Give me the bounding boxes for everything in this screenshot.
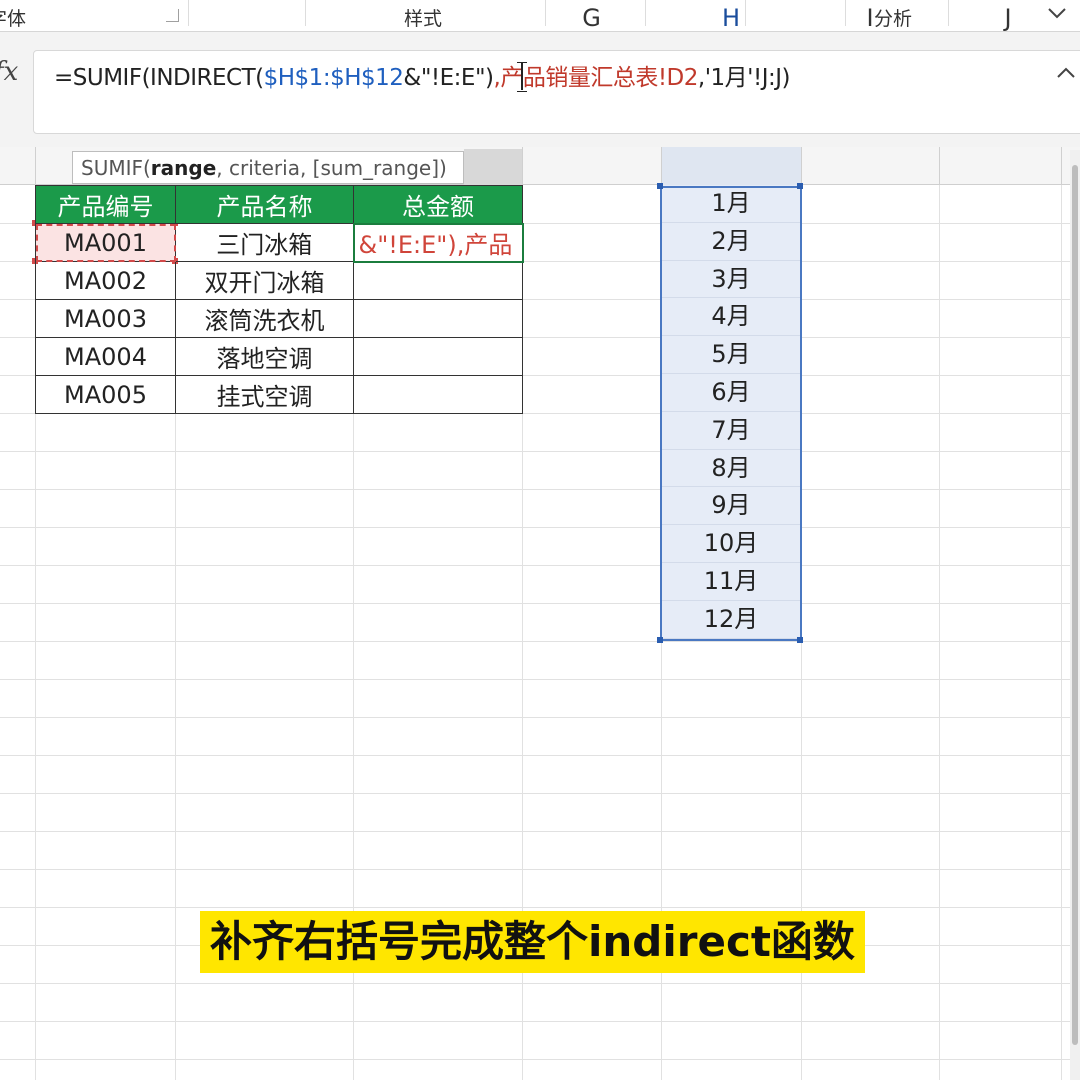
column-header-separator bbox=[939, 147, 940, 185]
cell-a2-referenced[interactable]: MA001 bbox=[35, 223, 176, 262]
gridline bbox=[0, 1059, 1070, 1060]
tooltip-shadow bbox=[464, 149, 522, 185]
formula-part: =SUMIF(INDIRECT( bbox=[54, 65, 264, 91]
fx-icon[interactable]: fx bbox=[0, 57, 18, 87]
table-row: MA005 挂式空调 bbox=[35, 375, 523, 414]
column-header-separator bbox=[522, 147, 523, 185]
gridline bbox=[0, 603, 1070, 604]
gridline bbox=[0, 907, 1070, 908]
table-cell[interactable]: MA003 bbox=[35, 299, 176, 338]
gridline bbox=[0, 869, 1070, 870]
month-cell[interactable]: 1月 bbox=[661, 185, 801, 223]
selection-handle[interactable] bbox=[797, 183, 803, 189]
ribbon-separator bbox=[305, 0, 306, 26]
selection-handle[interactable] bbox=[657, 637, 663, 643]
formula-part: &"!E:E") bbox=[403, 65, 494, 91]
column-header-h[interactable]: H bbox=[661, 4, 801, 32]
table-header-row: 产品编号 产品名称 总金额 bbox=[35, 185, 523, 224]
month-cell[interactable]: 2月 bbox=[661, 222, 801, 261]
gridline bbox=[0, 565, 1070, 566]
gridline bbox=[0, 831, 1070, 832]
month-cell[interactable]: 6月 bbox=[661, 373, 801, 412]
column-header-separator bbox=[35, 147, 36, 185]
dialog-launcher-icon[interactable] bbox=[166, 9, 179, 22]
chevron-up-icon[interactable] bbox=[1055, 62, 1077, 90]
month-cell[interactable]: 12月 bbox=[661, 600, 801, 639]
function-tooltip[interactable]: SUMIF(range, criteria, [sum_range]) bbox=[72, 151, 464, 184]
table-cell[interactable]: 落地空调 bbox=[175, 337, 354, 376]
column-header-separator bbox=[1061, 147, 1062, 185]
column-header-j[interactable]: J bbox=[939, 4, 1077, 32]
text-cursor-icon bbox=[517, 62, 527, 92]
table-cell[interactable]: MA002 bbox=[35, 261, 176, 300]
table-cell[interactable] bbox=[353, 261, 523, 300]
formula-part-range-ref: $H$1:$H$12 bbox=[263, 65, 404, 91]
ribbon-group-font-label: 字体 bbox=[0, 8, 27, 30]
gridline bbox=[0, 755, 1070, 756]
table-cell[interactable] bbox=[353, 337, 523, 376]
month-cell[interactable]: 4月 bbox=[661, 298, 801, 337]
tooltip-suffix: , criteria, [sum_range]) bbox=[216, 156, 447, 180]
gridline bbox=[0, 1021, 1070, 1022]
table-cell[interactable]: 挂式空调 bbox=[175, 375, 354, 414]
month-cell[interactable]: 9月 bbox=[661, 487, 801, 526]
gridline bbox=[0, 489, 1070, 490]
formula-text[interactable]: =SUMIF(INDIRECT($H$1:$H$12&"!E:E"),产品销量汇… bbox=[54, 58, 791, 92]
table-row: MA001 三门冰箱 &"!E:E"),产品 bbox=[35, 222, 524, 263]
gridline bbox=[0, 679, 1070, 680]
column-header-h-highlight bbox=[661, 147, 801, 185]
month-cell[interactable]: 5月 bbox=[661, 336, 801, 374]
month-range-h1-h12: 1月 2月 3月 4月 5月 6月 7月 8月 9月 10月 11月 12月 bbox=[661, 185, 801, 639]
month-cell[interactable]: 7月 bbox=[661, 411, 801, 450]
column-header-i[interactable]: I bbox=[801, 4, 939, 32]
column-header-g[interactable]: G bbox=[522, 4, 661, 32]
table-cell[interactable]: MA005 bbox=[35, 375, 176, 414]
gridline bbox=[0, 717, 1070, 718]
month-cell[interactable]: 11月 bbox=[661, 562, 801, 601]
table-cell[interactable]: 双开门冰箱 bbox=[175, 261, 354, 300]
scrollbar-thumb[interactable] bbox=[1072, 165, 1078, 1045]
column-header-separator bbox=[661, 147, 662, 185]
gridline bbox=[0, 451, 1070, 452]
header-product-name[interactable]: 产品名称 bbox=[175, 185, 354, 224]
gridline bbox=[0, 793, 1070, 794]
header-product-code[interactable]: 产品编号 bbox=[35, 185, 176, 224]
column-header-separator bbox=[801, 147, 802, 185]
tooltip-current-arg[interactable]: range bbox=[151, 156, 216, 180]
active-editing-cell[interactable]: &"!E:E"),产品 bbox=[352, 222, 524, 263]
product-table: 产品编号 产品名称 总金额 MA001 三门冰箱 &"!E:E"),产品 MA0… bbox=[35, 185, 524, 414]
gridline bbox=[0, 983, 1070, 984]
table-cell[interactable]: MA004 bbox=[35, 337, 176, 376]
ribbon-group-styles-label: 样式 bbox=[404, 8, 443, 30]
gridline bbox=[0, 527, 1070, 528]
video-caption: 补齐右括号完成整个indirect函数 bbox=[200, 911, 865, 973]
selection-handle[interactable] bbox=[657, 183, 663, 189]
header-total-amount[interactable]: 总金额 bbox=[353, 185, 523, 224]
ribbon-separator bbox=[188, 0, 189, 26]
gridline bbox=[0, 641, 1070, 642]
table-cell[interactable]: 三门冰箱 bbox=[175, 223, 354, 262]
table-cell[interactable] bbox=[353, 375, 523, 414]
table-row: MA003 滚筒洗衣机 bbox=[35, 299, 523, 338]
table-cell[interactable]: 滚筒洗衣机 bbox=[175, 299, 354, 338]
selection-handle[interactable] bbox=[797, 637, 803, 643]
tooltip-prefix: SUMIF( bbox=[81, 156, 151, 180]
table-row: MA004 落地空调 bbox=[35, 337, 523, 376]
month-cell[interactable]: 3月 bbox=[661, 260, 801, 299]
table-row: MA002 双开门冰箱 bbox=[35, 261, 523, 300]
table-cell[interactable] bbox=[353, 299, 523, 338]
formula-part: ,'1月'!J:J) bbox=[697, 65, 791, 91]
month-cell[interactable]: 8月 bbox=[661, 449, 801, 488]
month-cell[interactable]: 10月 bbox=[661, 525, 801, 563]
